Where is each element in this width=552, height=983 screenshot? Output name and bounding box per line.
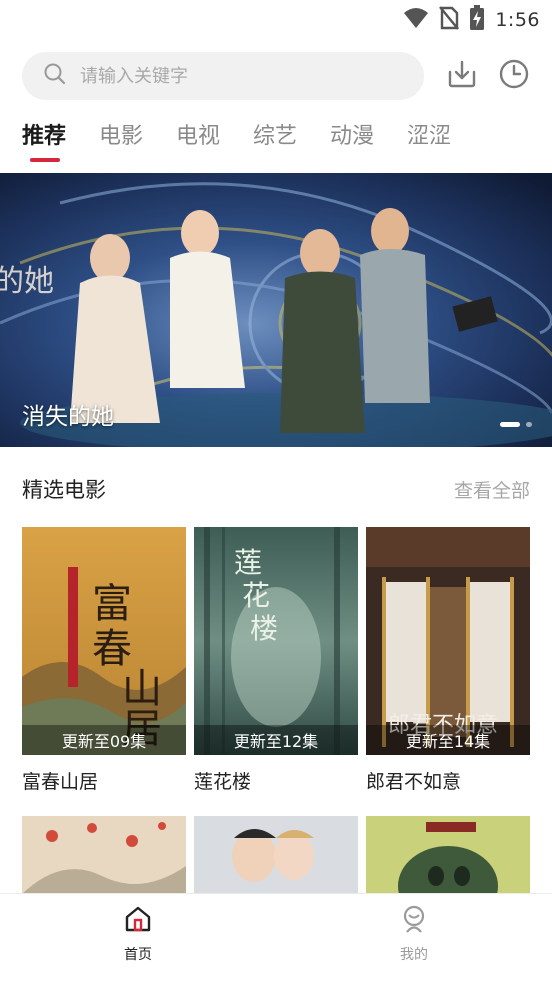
- svg-text:富: 富: [92, 581, 132, 627]
- tab-variety[interactable]: 综艺: [253, 118, 330, 160]
- movie-poster: 富 春 山 居 更新至09集: [22, 527, 186, 755]
- banner-carousel[interactable]: 的她 消失的她: [0, 173, 552, 447]
- tab-label: 动漫: [330, 124, 375, 149]
- movie-card[interactable]: [194, 816, 358, 894]
- tab-adult[interactable]: 涩涩: [407, 118, 484, 160]
- movie-card[interactable]: [366, 816, 530, 894]
- battery-charging-icon: [469, 5, 485, 35]
- carousel-dot: [526, 422, 532, 427]
- tab-label: 电视: [176, 124, 221, 149]
- carousel-indicator: [500, 422, 532, 427]
- tab-movies[interactable]: 电影: [99, 118, 176, 160]
- status-bar: 1:56: [0, 0, 552, 40]
- svg-text:楼: 楼: [250, 612, 278, 645]
- search-icon: [44, 63, 66, 89]
- tab-label: 综艺: [253, 124, 298, 149]
- tab-tv[interactable]: 电视: [176, 118, 253, 160]
- movie-card[interactable]: [22, 816, 186, 894]
- carousel-dot-active: [500, 422, 520, 427]
- tab-label: 推荐: [22, 124, 67, 149]
- nav-label: 我的: [400, 947, 428, 963]
- section-header: 精选电影 查看全部: [22, 474, 530, 504]
- download-icon: [446, 58, 478, 94]
- svg-text:莲: 莲: [234, 546, 262, 579]
- section-title: 精选电影: [22, 478, 106, 502]
- history-button[interactable]: [496, 58, 532, 94]
- banner-title: 消失的她: [22, 404, 114, 430]
- movie-poster: 郎君不如意 更新至14集: [366, 527, 530, 755]
- search-box[interactable]: [22, 52, 424, 100]
- nav-label: 首页: [124, 947, 152, 963]
- tab-recommend[interactable]: 推荐: [22, 118, 99, 162]
- movie-poster: [22, 816, 186, 894]
- search-row: [22, 50, 538, 102]
- episode-badge: 更新至09集: [22, 725, 186, 755]
- home-icon: [123, 904, 153, 938]
- episode-badge: 更新至12集: [194, 725, 358, 755]
- nav-profile[interactable]: 我的: [374, 904, 454, 964]
- nav-home[interactable]: 首页: [98, 904, 178, 964]
- movie-poster: [366, 816, 530, 894]
- movie-title: 莲花楼: [194, 771, 252, 793]
- episode-badge: 更新至14集: [366, 725, 530, 755]
- no-sim-icon: [439, 6, 460, 34]
- search-input[interactable]: [80, 65, 380, 87]
- svg-text:花: 花: [242, 579, 270, 612]
- movie-card[interactable]: 富 春 山 居 更新至09集 富春山居: [22, 527, 186, 793]
- category-tabs: 推荐 电影 电视 综艺 动漫 涩涩: [22, 118, 484, 168]
- movie-card[interactable]: 莲 花 楼 更新至12集 莲花楼: [194, 527, 358, 793]
- tab-anime[interactable]: 动漫: [330, 118, 407, 160]
- movie-poster: [194, 816, 358, 894]
- view-all-link[interactable]: 查看全部: [454, 476, 530, 503]
- bottom-navigation: 首页 我的: [0, 893, 552, 983]
- movie-poster: 莲 花 楼 更新至12集: [194, 527, 358, 755]
- svg-text:的她: 的她: [0, 264, 54, 299]
- status-time: 1:56: [495, 9, 540, 31]
- profile-icon: [399, 904, 429, 938]
- movie-card[interactable]: 郎君不如意 更新至14集 郎君不如意: [366, 527, 530, 793]
- history-icon: [498, 58, 530, 94]
- tab-active-indicator: [30, 158, 60, 162]
- movie-title: 郎君不如意: [366, 771, 462, 793]
- tab-label: 电影: [99, 124, 144, 149]
- wifi-icon: [403, 7, 429, 33]
- movie-title: 富春山居: [22, 771, 99, 793]
- download-button[interactable]: [444, 58, 480, 94]
- status-icons: 1:56: [403, 5, 540, 35]
- tab-label: 涩涩: [407, 124, 452, 149]
